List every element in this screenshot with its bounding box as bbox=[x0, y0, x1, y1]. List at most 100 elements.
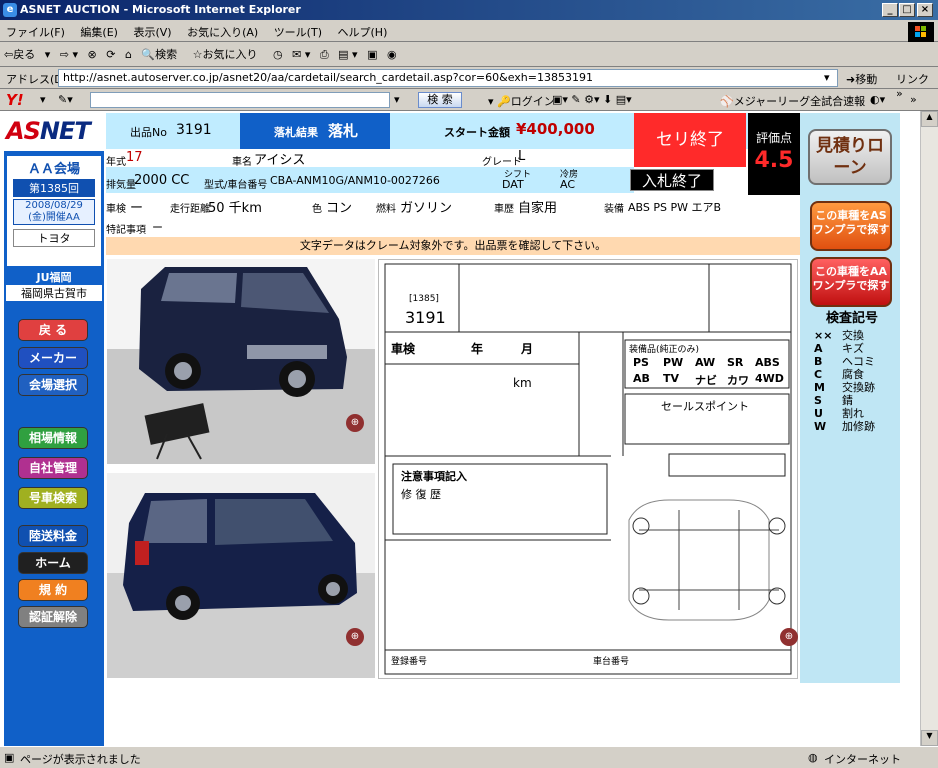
status-page-icon: ▣ bbox=[4, 751, 15, 764]
model-value: CBA-ANM10G/ANM10-0027266 bbox=[270, 174, 440, 187]
menu-tools[interactable]: ツール(T) bbox=[268, 20, 328, 44]
bid-end-badge: 入札終了 bbox=[630, 169, 714, 191]
terms-button[interactable]: 規 約 bbox=[18, 579, 88, 601]
color-value: コン bbox=[326, 201, 353, 216]
lot-number: 3191 bbox=[176, 122, 212, 138]
zone-text: インターネット bbox=[824, 753, 901, 766]
legend-row: C 腐食 bbox=[814, 368, 864, 381]
grade-value: L bbox=[518, 149, 526, 164]
legend-title: 検査記号 bbox=[825, 311, 878, 326]
address-input[interactable]: http://asnet.autoserver.co.jp/asnet20/aa… bbox=[58, 69, 838, 87]
start-price-label: スタート金額 bbox=[444, 126, 510, 139]
estimate-loan-button[interactable]: 見積りローン bbox=[808, 129, 892, 185]
asnet-logo[interactable]: ASNET bbox=[6, 117, 100, 147]
number-search-button[interactable]: 号車検索 bbox=[18, 487, 88, 509]
sheet-lot-small: [1385] bbox=[409, 294, 439, 304]
home-button[interactable]: ホーム bbox=[18, 552, 88, 574]
yahoo-dropdown-icon[interactable]: ▾ bbox=[40, 93, 46, 106]
mileage-value: 50 千km bbox=[208, 201, 262, 216]
year-value: 17 bbox=[126, 150, 143, 165]
own-management-button[interactable]: 自社管理 bbox=[18, 457, 88, 479]
more-chevron-icon[interactable]: » bbox=[910, 93, 917, 106]
yahoo-logo-icon[interactable]: Y! bbox=[6, 91, 24, 109]
status-text: ページが表示されました bbox=[20, 753, 141, 766]
search-dropdown-icon[interactable]: ▾ bbox=[394, 93, 400, 106]
details-row-4: 特記事項 ー bbox=[106, 221, 163, 236]
zoom-icon[interactable]: ⊕ bbox=[346, 414, 364, 432]
internet-zone-icon: ◍ bbox=[808, 751, 818, 764]
venue-select-button[interactable]: 会場選択 bbox=[18, 374, 88, 396]
minimize-button[interactable]: _ bbox=[882, 3, 898, 17]
car-photo-rear[interactable] bbox=[107, 473, 375, 678]
yahoo-toolbar: Y! ▾ ✎▾ ▾ 検 索 ▾ 🔑ログイン ▣▾ ✎ ⚙▾ ⬇ ▤▾ ⚾メジャー… bbox=[0, 89, 938, 111]
history-icon[interactable]: ◷ bbox=[273, 48, 283, 61]
favorites-button[interactable]: ☆お気に入り bbox=[193, 46, 264, 62]
go-button[interactable]: ➜移動 bbox=[846, 71, 877, 87]
menu-view[interactable]: 表示(V) bbox=[127, 20, 177, 44]
legend-row: ×× 交換 bbox=[814, 329, 864, 342]
logout-button[interactable]: 認証解除 bbox=[18, 606, 88, 628]
news-link[interactable]: ⚾メジャーリーグ全試合速報 bbox=[720, 93, 865, 109]
inspection-value: ー bbox=[130, 201, 144, 216]
close-button[interactable]: × bbox=[917, 3, 933, 17]
yahoo-search-button[interactable]: 検 索 bbox=[418, 92, 462, 108]
car-photo-front[interactable] bbox=[107, 259, 375, 464]
inspection-legend: 検査記号 ×× 交換 A キズ B ヘコミ C 腐食 M 交換跡 S錆 U 割れ W 加修跡 bbox=[808, 307, 896, 433]
windows-logo-icon bbox=[908, 22, 934, 42]
menu-bar: ファイル(F) 編集(E) 表示(V) お気に入り(A) ツール(T) ヘルプ(… bbox=[0, 20, 938, 42]
search-button[interactable]: 🔍検索 bbox=[141, 46, 183, 62]
vertical-scrollbar[interactable]: ▲ ▼ bbox=[920, 111, 938, 746]
page-content: ASNET ＡＡ会場 第1385回 2008/08/29 (金)開催AA トヨタ … bbox=[0, 111, 920, 746]
menu-help[interactable]: ヘルプ(H) bbox=[332, 20, 394, 44]
print-icon[interactable]: ⎙ bbox=[320, 48, 329, 62]
window-title: ASNET AUCTION - Microsoft Internet Explo… bbox=[20, 3, 301, 16]
address-dropdown-icon[interactable]: ▾ bbox=[824, 71, 830, 84]
lot-label: 出品No bbox=[130, 126, 167, 139]
market-info-button[interactable]: 相場情報 bbox=[18, 427, 88, 449]
score-label: 評価点 bbox=[755, 131, 792, 145]
scroll-up-icon[interactable]: ▲ bbox=[921, 111, 938, 127]
maker-button[interactable]: メーカー bbox=[18, 347, 88, 369]
aa-search-button[interactable]: この車種をAAワンプラで探す bbox=[810, 257, 892, 307]
scroll-down-icon[interactable]: ▼ bbox=[921, 730, 938, 746]
messenger-icon[interactable]: ◉ bbox=[387, 48, 397, 61]
details-row-3: 車検 ー 走行距離 50 千km 色 コン 燃料 ガソリン 車歴 自家用 装備 … bbox=[106, 195, 800, 216]
result-value: 落札 bbox=[328, 122, 359, 140]
discuss-icon[interactable]: ▣ bbox=[367, 48, 377, 61]
menu-file[interactable]: ファイル(F) bbox=[0, 20, 71, 44]
pencil-icon[interactable]: ✎▾ bbox=[58, 93, 73, 106]
land-transport-button[interactable]: 陸送料金 bbox=[18, 525, 88, 547]
back-nav-button[interactable]: 戻 る bbox=[18, 319, 88, 341]
forward-button[interactable]: ⇨ ▾ bbox=[60, 48, 78, 61]
status-bar: ▣ ページが表示されました ◍ インターネット bbox=[0, 746, 938, 768]
maximize-button[interactable]: □ bbox=[899, 3, 915, 17]
menu-edit[interactable]: 編集(E) bbox=[74, 20, 124, 44]
edit-icon[interactable]: ▤ ▾ bbox=[338, 48, 357, 61]
venue-name: JU福岡 bbox=[6, 269, 102, 285]
stop-icon[interactable]: ⊗ bbox=[88, 48, 97, 61]
start-price-value: ¥400,000 bbox=[516, 120, 595, 138]
home-icon[interactable]: ⌂ bbox=[125, 48, 132, 61]
zoom-icon[interactable]: ⊕ bbox=[346, 628, 364, 646]
venue-info: JU福岡 福岡県古賀市 bbox=[6, 269, 102, 301]
refresh-icon[interactable]: ⟳ bbox=[106, 48, 115, 61]
mail-icon[interactable]: ✉ ▾ bbox=[292, 48, 310, 61]
zoom-icon[interactable]: ⊕ bbox=[780, 628, 798, 646]
yahoo-search-input[interactable] bbox=[90, 92, 390, 108]
menu-favorites[interactable]: お気に入り(A) bbox=[181, 20, 264, 44]
legend-row: U 割れ bbox=[814, 407, 864, 420]
as-search-button[interactable]: この車種をASワンプラで探す bbox=[810, 201, 892, 251]
car-name: アイシス bbox=[254, 153, 306, 168]
title-bar: e ASNET AUCTION - Microsoft Internet Exp… bbox=[0, 0, 938, 20]
toolbar-icons[interactable]: ▣▾ ✎ ⚙▾ ⬇ ▤▾ bbox=[552, 93, 632, 106]
auction-sheet-image[interactable]: [1385] 3191 車検 年 月 km 装備品(純正のみ) PS PW AW… bbox=[378, 259, 798, 679]
options-icon[interactable]: ◐▾ bbox=[870, 93, 885, 106]
displacement-value: 2000 CC bbox=[134, 173, 190, 188]
result-box: 落札結果 落札 bbox=[240, 113, 390, 149]
round-number: 第1385回 bbox=[13, 179, 95, 197]
maker-label: トヨタ bbox=[13, 229, 95, 247]
ac-value: AC bbox=[560, 178, 576, 191]
back-button[interactable]: ⇦戻る ▾ bbox=[4, 46, 50, 62]
legend-row: W 加修跡 bbox=[814, 420, 875, 433]
login-button[interactable]: ▾ 🔑ログイン bbox=[488, 93, 555, 109]
